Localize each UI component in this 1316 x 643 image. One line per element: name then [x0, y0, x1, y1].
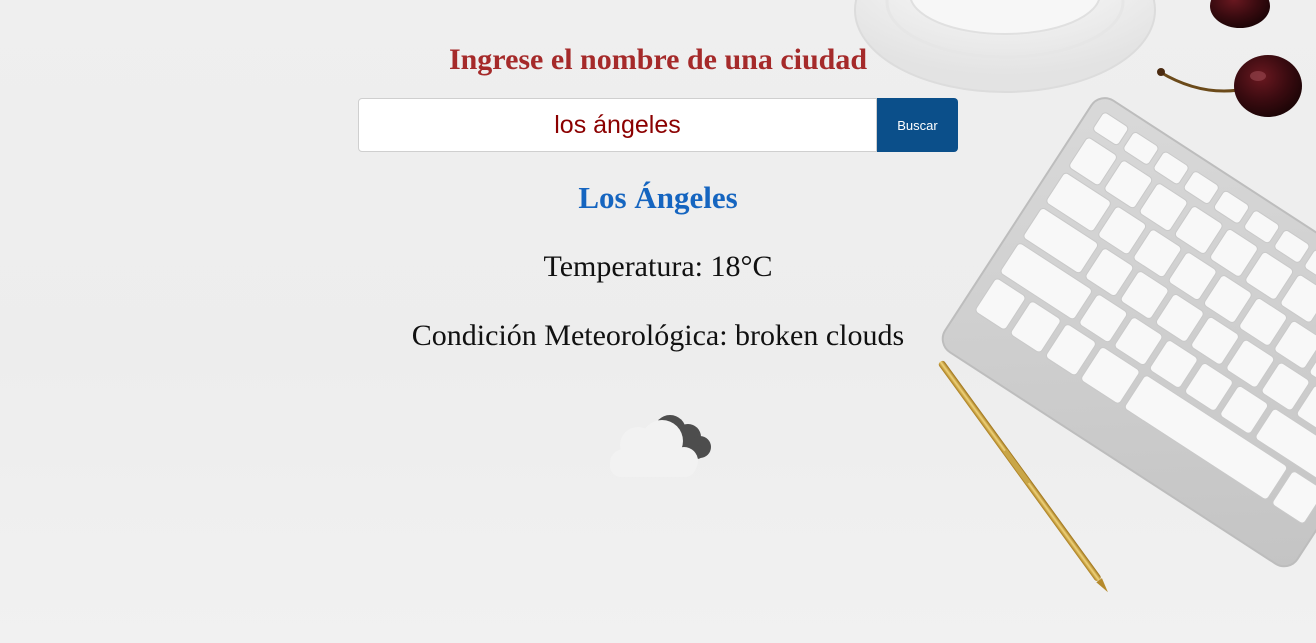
broken-clouds-icon: [610, 415, 711, 477]
page-title: Ingrese el nombre de una ciudad: [448, 43, 868, 76]
city-search-input[interactable]: [358, 98, 877, 152]
city-name: Los Ángeles: [578, 180, 738, 215]
temperature-text: Temperatura: 18°C: [543, 250, 773, 283]
search-bar: Buscar: [358, 98, 958, 152]
search-button[interactable]: Buscar: [877, 98, 958, 152]
weather-condition-text: Condición Meteorológica: broken clouds: [411, 319, 905, 352]
